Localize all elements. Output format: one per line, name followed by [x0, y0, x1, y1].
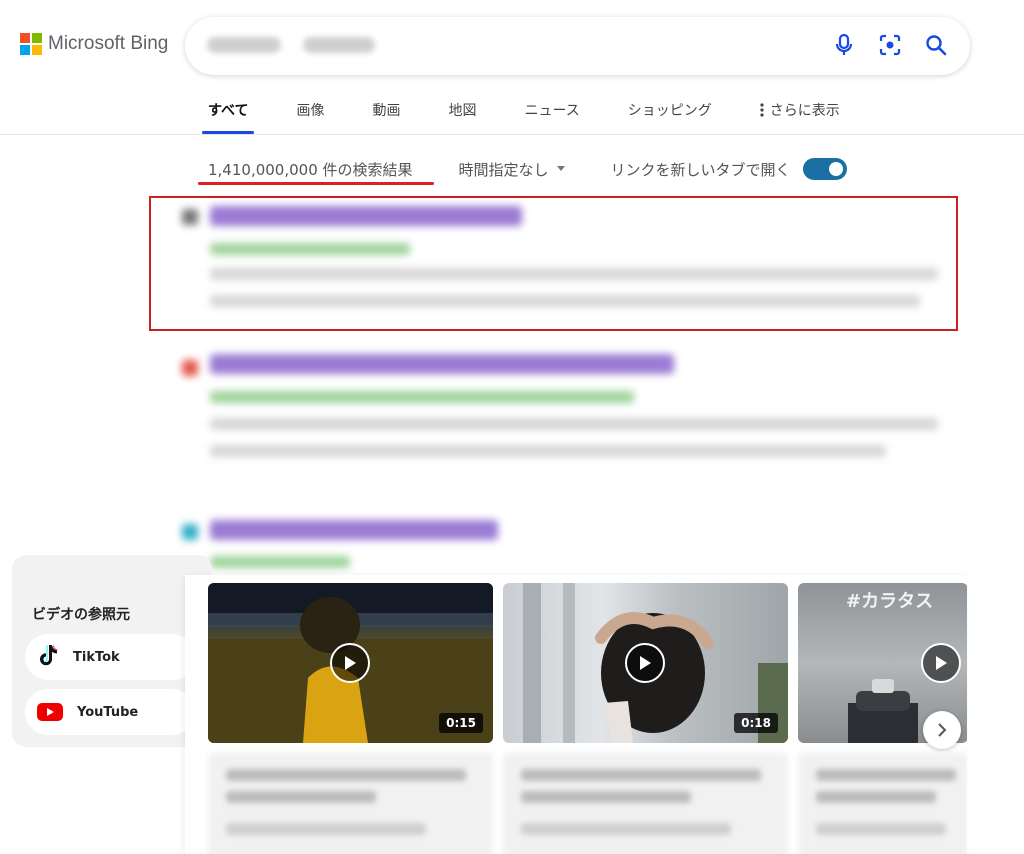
source-youtube[interactable]: YouTube	[25, 689, 195, 735]
video-card-2[interactable]: 0:18	[503, 583, 788, 743]
red-underline-annotation	[198, 182, 434, 185]
play-icon[interactable]	[921, 643, 961, 683]
tiktok-icon	[37, 643, 59, 671]
tab-news[interactable]: ニュース	[524, 100, 579, 134]
search-box[interactable]	[185, 17, 970, 75]
logo-text: Microsoft Bing	[48, 33, 169, 54]
search-tabs: すべて 画像 動画 地図 ニュース ショッピング さらに表示	[201, 100, 888, 134]
video-source-title: ビデオの参照元	[32, 607, 130, 623]
visual-search-icon[interactable]	[876, 31, 904, 59]
new-tab-label: リンクを新しいタブで開く	[610, 160, 791, 179]
chevron-right-icon	[938, 723, 947, 737]
caret-down-icon	[556, 166, 565, 171]
video-caption-3	[798, 753, 967, 854]
source-youtube-label: YouTube	[77, 704, 139, 720]
video-card-1[interactable]: 0:15	[208, 583, 493, 743]
time-filter-label: 時間指定なし	[458, 160, 549, 179]
carousel-next-button[interactable]	[923, 711, 961, 749]
blurred-query	[207, 37, 375, 53]
tab-shopping[interactable]: ショッピング	[628, 100, 712, 134]
tab-maps[interactable]: 地図	[448, 100, 476, 134]
youtube-icon	[37, 703, 63, 721]
video-overlay-text: #カラタス	[846, 591, 934, 612]
more-vertical-icon	[760, 103, 764, 117]
time-filter-dropdown[interactable]: 時間指定なし	[459, 159, 565, 180]
play-icon[interactable]	[330, 643, 370, 683]
result-count: 1,410,000,000 件の検索結果	[208, 160, 413, 179]
header-divider	[0, 134, 1024, 135]
new-tab-toggle[interactable]	[802, 158, 847, 180]
tab-all[interactable]: すべて	[201, 100, 256, 134]
video-caption-2	[503, 753, 788, 854]
tab-more-label: さらに表示	[769, 103, 840, 119]
source-tiktok[interactable]: TikTok	[25, 634, 195, 680]
video-duration: 0:18	[734, 713, 778, 733]
video-duration: 0:15	[439, 713, 483, 733]
tab-images[interactable]: 画像	[296, 100, 324, 134]
new-tab-setting: リンクを新しいタブで開く	[611, 158, 847, 180]
video-caption-1	[208, 753, 493, 854]
play-icon[interactable]	[625, 643, 665, 683]
bing-results-page: Microsoft Bing すべて 画像 動画 地図 ニュース ショッピング …	[0, 0, 1024, 854]
tab-more[interactable]: さらに表示	[760, 100, 840, 134]
tab-videos[interactable]: 動画	[372, 100, 400, 134]
search-icon[interactable]	[922, 31, 950, 59]
microsoft-logo-icon	[20, 33, 42, 55]
source-tiktok-label: TikTok	[73, 649, 120, 665]
microphone-icon[interactable]	[830, 31, 858, 59]
bing-logo[interactable]: Microsoft Bing	[20, 33, 168, 55]
video-carousel: 0:15 0:18 #カラタス	[185, 575, 967, 854]
results-info-bar: 1,410,000,000 件の検索結果 時間指定なし リンクを新しいタブで開く	[208, 158, 847, 180]
